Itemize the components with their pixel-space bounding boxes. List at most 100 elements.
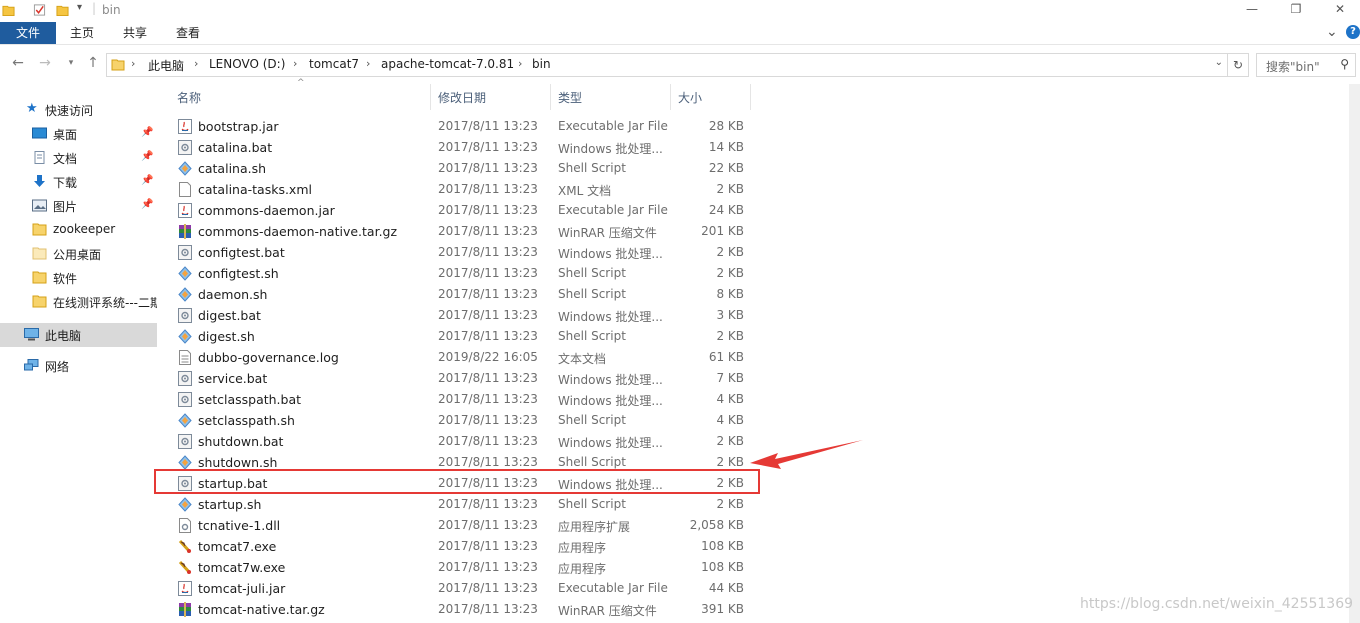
nav-quick-access[interactable]: ★ 快速访问 — [0, 99, 157, 121]
file-row[interactable]: configtest.sh 2017/8/11 13:23 Shell Script… — [170, 263, 760, 284]
file-type: Shell Script — [558, 329, 626, 343]
chevron-right-icon[interactable]: › — [194, 57, 198, 70]
file-row[interactable]: tomcat7w.exe 2017/8/11 13:23 应用程序 108 KB — [170, 557, 760, 578]
file-row[interactable]: daemon.sh 2017/8/11 13:23 Shell Script 8 KB — [170, 284, 760, 305]
nav-item-software[interactable]: 软件 — [0, 267, 157, 289]
file-row[interactable]: digest.sh 2017/8/11 13:23 Shell Script 2 KB — [170, 326, 760, 347]
file-row[interactable]: catalina.sh 2017/8/11 13:23 Shell Script 22… — [170, 158, 760, 179]
breadcrumb-drive[interactable]: LENOVO (D:) — [209, 57, 285, 71]
pin-icon[interactable]: 📌 — [141, 151, 153, 162]
column-divider[interactable] — [670, 84, 671, 110]
file-date: 2017/8/11 13:23 — [438, 413, 538, 427]
nav-item-desktop[interactable]: 桌面 📌 — [0, 123, 157, 145]
file-date: 2017/8/11 13:23 — [438, 581, 538, 595]
nav-item-pictures[interactable]: 图片 📌 — [0, 195, 157, 217]
column-header-type[interactable]: 类型 — [558, 89, 582, 106]
picture-icon — [32, 199, 47, 212]
nav-item-label: 软件 — [53, 272, 78, 286]
recent-locations-icon[interactable]: ▾ — [62, 54, 80, 72]
column-header-size[interactable]: 大小 — [678, 89, 702, 106]
tab-file[interactable]: 文件 — [0, 22, 56, 44]
nav-network[interactable]: 网络 — [0, 355, 157, 377]
nav-item-public-desktop[interactable]: 公用桌面 — [0, 243, 157, 265]
nav-item-zookeeper[interactable]: zookeeper — [0, 219, 157, 241]
close-button[interactable]: ✕ — [1318, 0, 1360, 20]
vertical-scrollbar[interactable] — [1349, 84, 1360, 623]
winrar-icon — [178, 602, 192, 617]
jar-icon — [178, 581, 192, 596]
chevron-right-icon[interactable]: › — [518, 57, 522, 70]
tab-view[interactable]: 查看 — [166, 22, 210, 44]
tab-share[interactable]: 共享 — [113, 22, 157, 44]
column-header-name[interactable]: 名称 — [177, 89, 201, 106]
new-folder-icon[interactable] — [56, 3, 69, 17]
address-dropdown-icon[interactable]: ⌄ — [1215, 57, 1223, 68]
file-row[interactable]: service.bat 2017/8/11 13:23 Windows 批处理...… — [170, 368, 760, 389]
file-row[interactable]: catalina.bat 2017/8/11 13:23 Windows 批处理..… — [170, 137, 760, 158]
properties-icon[interactable] — [33, 3, 46, 17]
file-row[interactable]: catalina-tasks.xml 2017/8/11 13:23 XML 文档 2… — [170, 179, 760, 200]
file-name: digest.bat — [198, 308, 261, 323]
ribbon-expand-icon[interactable]: ⌄ — [1326, 24, 1338, 40]
breadcrumb-tomcat7[interactable]: tomcat7 — [309, 57, 359, 71]
address-bar[interactable]: › 此电脑 › LENOVO (D:) › tomcat7 › apache-t… — [106, 53, 1228, 77]
folder-icon[interactable] — [2, 3, 15, 17]
column-divider[interactable] — [750, 84, 751, 110]
nav-item-label: 下载 — [53, 176, 78, 190]
nav-item-online-evaluation[interactable]: 在线测评系统---二期 — [0, 291, 157, 313]
chevron-right-icon[interactable]: › — [131, 57, 135, 70]
file-name: dubbo-governance.log — [198, 350, 339, 365]
sh-icon — [178, 266, 192, 281]
forward-arrow-icon[interactable]: → — [36, 54, 54, 72]
file-size: 2 KB — [716, 329, 744, 343]
file-row[interactable]: bootstrap.jar 2017/8/11 13:23 Executable J… — [170, 116, 760, 137]
file-date: 2017/8/11 13:23 — [438, 518, 538, 532]
file-row[interactable]: tomcat7.exe 2017/8/11 13:23 应用程序 108 KB — [170, 536, 760, 557]
breadcrumb-apache-tomcat[interactable]: apache-tomcat-7.0.81 — [381, 57, 514, 71]
file-row[interactable]: dubbo-governance.log 2019/8/22 16:05 文本文档 6… — [170, 347, 760, 368]
chevron-right-icon[interactable]: › — [366, 57, 370, 70]
file-name: tomcat7w.exe — [198, 560, 286, 575]
chevron-right-icon[interactable]: › — [293, 57, 297, 70]
breadcrumb-this-pc[interactable]: 此电脑 — [148, 57, 184, 74]
quick-access-dropdown-icon[interactable]: ▾ — [77, 2, 82, 13]
tab-home[interactable]: 主页 — [60, 22, 104, 44]
restore-button[interactable]: ❐ — [1274, 0, 1318, 20]
pin-icon[interactable]: 📌 — [141, 199, 153, 210]
file-name: catalina.bat — [198, 140, 273, 155]
file-row[interactable]: tomcat-juli.jar 2017/8/11 13:23 Executable… — [170, 578, 760, 599]
file-row[interactable]: commons-daemon.jar 2017/8/11 13:23 Executa… — [170, 200, 760, 221]
file-row[interactable]: setclasspath.sh 2017/8/11 13:23 Shell Scri… — [170, 410, 760, 431]
file-type: Executable Jar File — [558, 119, 668, 133]
up-arrow-icon[interactable]: ↑ — [84, 54, 102, 72]
refresh-button[interactable]: ↻ — [1227, 53, 1249, 77]
nav-item-downloads[interactable]: 下载 📌 — [0, 171, 157, 193]
column-headers: ^ 名称 修改日期 类型 大小 — [170, 78, 754, 110]
back-arrow-icon[interactable]: ← — [9, 54, 27, 72]
file-row[interactable]: shutdown.bat 2017/8/11 13:23 Windows 批处理..… — [170, 431, 760, 452]
minimize-button[interactable]: — — [1230, 0, 1274, 20]
breadcrumb-bin[interactable]: bin — [532, 57, 551, 71]
file-row[interactable]: startup.sh 2017/8/11 13:23 Shell Script 2 K… — [170, 494, 760, 515]
nav-network-label: 网络 — [45, 360, 70, 374]
help-icon[interactable]: ? — [1346, 25, 1360, 39]
search-input[interactable]: 搜索"bin" ⚲ — [1256, 53, 1356, 77]
pin-icon[interactable]: 📌 — [141, 175, 153, 186]
file-name: digest.sh — [198, 329, 255, 344]
nav-item-documents[interactable]: 文档 📌 — [0, 147, 157, 169]
file-row[interactable]: tcnative-1.dll 2017/8/11 13:23 应用程序扩展 2,058… — [170, 515, 760, 536]
file-row[interactable]: configtest.bat 2017/8/11 13:23 Windows 批处理… — [170, 242, 760, 263]
pin-icon[interactable]: 📌 — [141, 127, 153, 138]
file-row[interactable]: tomcat-native.tar.gz 2017/8/11 13:23 WinRA… — [170, 599, 760, 620]
file-row[interactable]: setclasspath.bat 2017/8/11 13:23 Windows 批… — [170, 389, 760, 410]
file-size: 108 KB — [701, 560, 744, 574]
file-row[interactable]: digest.bat 2017/8/11 13:23 Windows 批处理... 3… — [170, 305, 760, 326]
file-name: setclasspath.bat — [198, 392, 302, 407]
file-row[interactable]: commons-daemon-native.tar.gz 2017/8/11 13… — [170, 221, 760, 242]
column-header-date[interactable]: 修改日期 — [438, 89, 486, 106]
sh-icon — [178, 329, 192, 344]
annotation-arrow — [750, 440, 863, 469]
column-divider[interactable] — [430, 84, 431, 110]
column-divider[interactable] — [550, 84, 551, 110]
nav-this-pc[interactable]: 此电脑 — [0, 323, 157, 347]
